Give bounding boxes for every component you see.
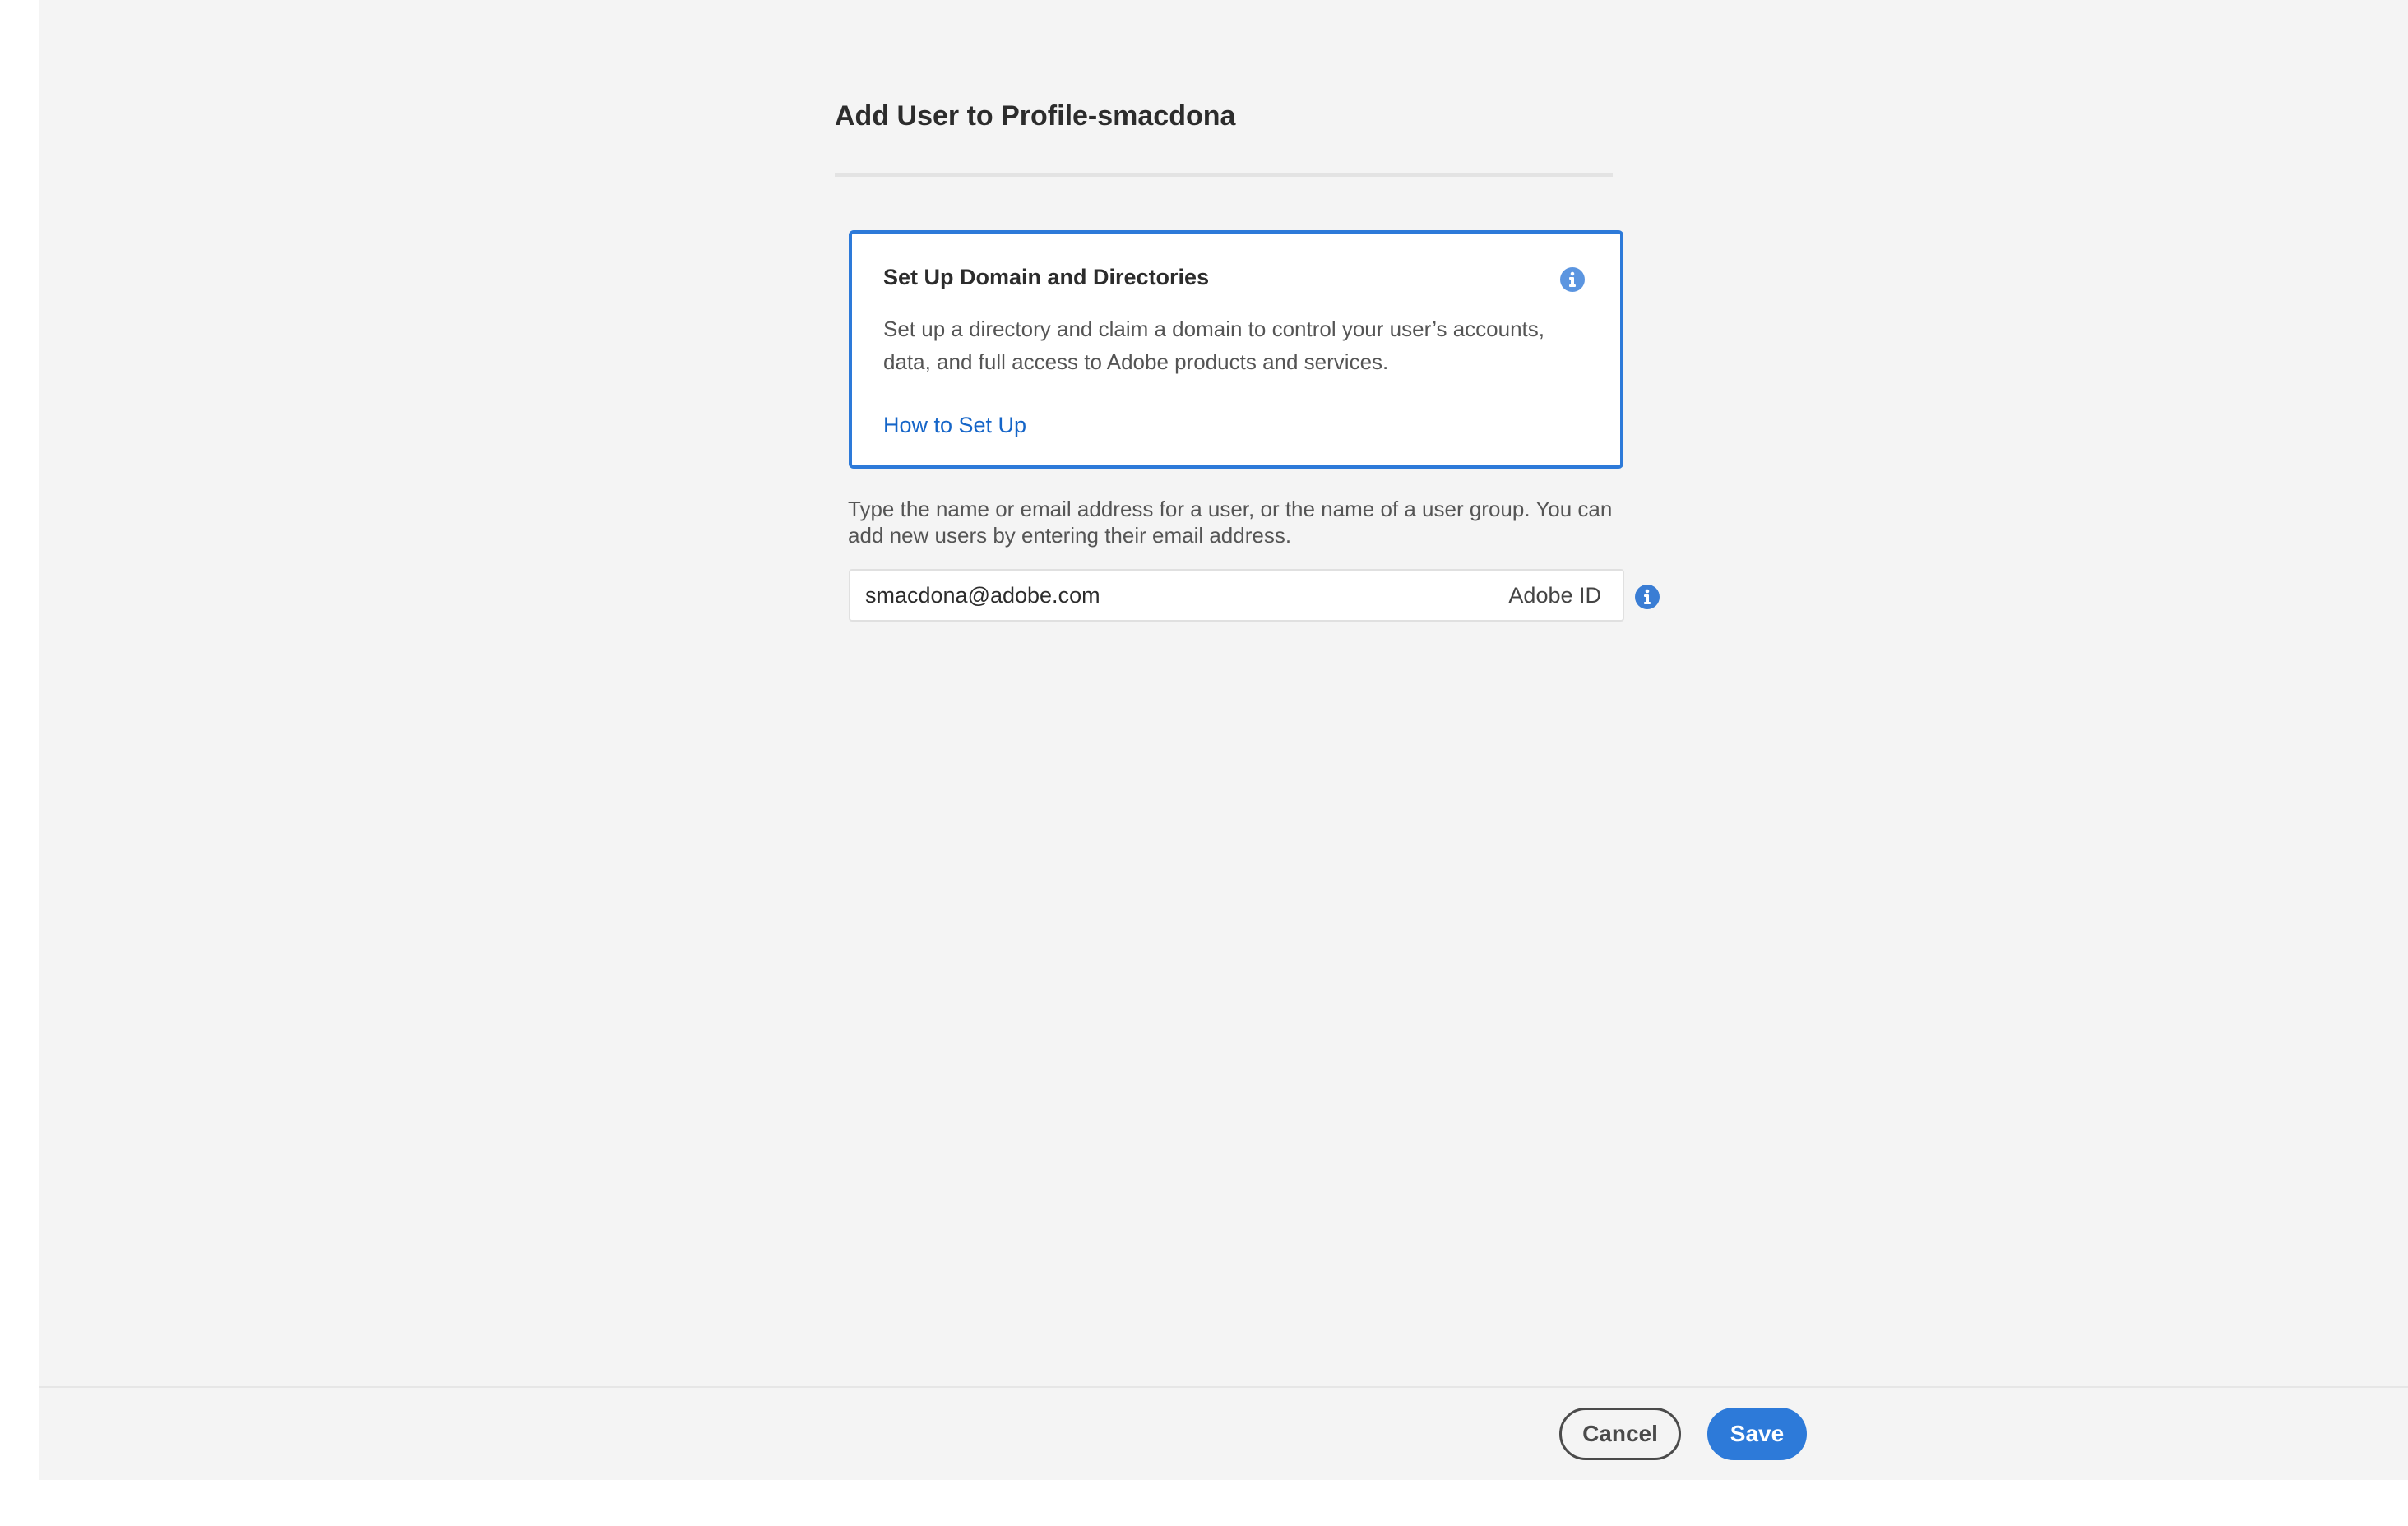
bottom-margin [0, 1480, 2408, 1526]
left-margin [0, 0, 39, 1526]
setup-domain-card: Set Up Domain and Directories Set up a d… [849, 230, 1623, 469]
id-type-label: Adobe ID [1508, 583, 1601, 608]
card-description: Set up a directory and claim a domain to… [883, 317, 1545, 374]
info-icon[interactable] [1559, 266, 1586, 293]
save-button[interactable]: Save [1707, 1408, 1807, 1460]
title-divider [835, 173, 1613, 177]
how-to-set-up-link[interactable]: How to Set Up [883, 413, 1026, 438]
add-user-dialog [39, 0, 2408, 1480]
dialog-title: Add User to Profile-smacdona [835, 100, 1236, 132]
user-field-help-text: Type the name or email address for a use… [848, 497, 1613, 548]
user-search-input[interactable]: smacdona@adobe.com Adobe ID [849, 569, 1624, 622]
cancel-button[interactable]: Cancel [1559, 1408, 1681, 1460]
info-icon[interactable] [1634, 584, 1660, 610]
card-title: Set Up Domain and Directories [883, 265, 1210, 289]
footer-divider [39, 1386, 2408, 1388]
input-value[interactable]: smacdona@adobe.com [865, 571, 1100, 620]
